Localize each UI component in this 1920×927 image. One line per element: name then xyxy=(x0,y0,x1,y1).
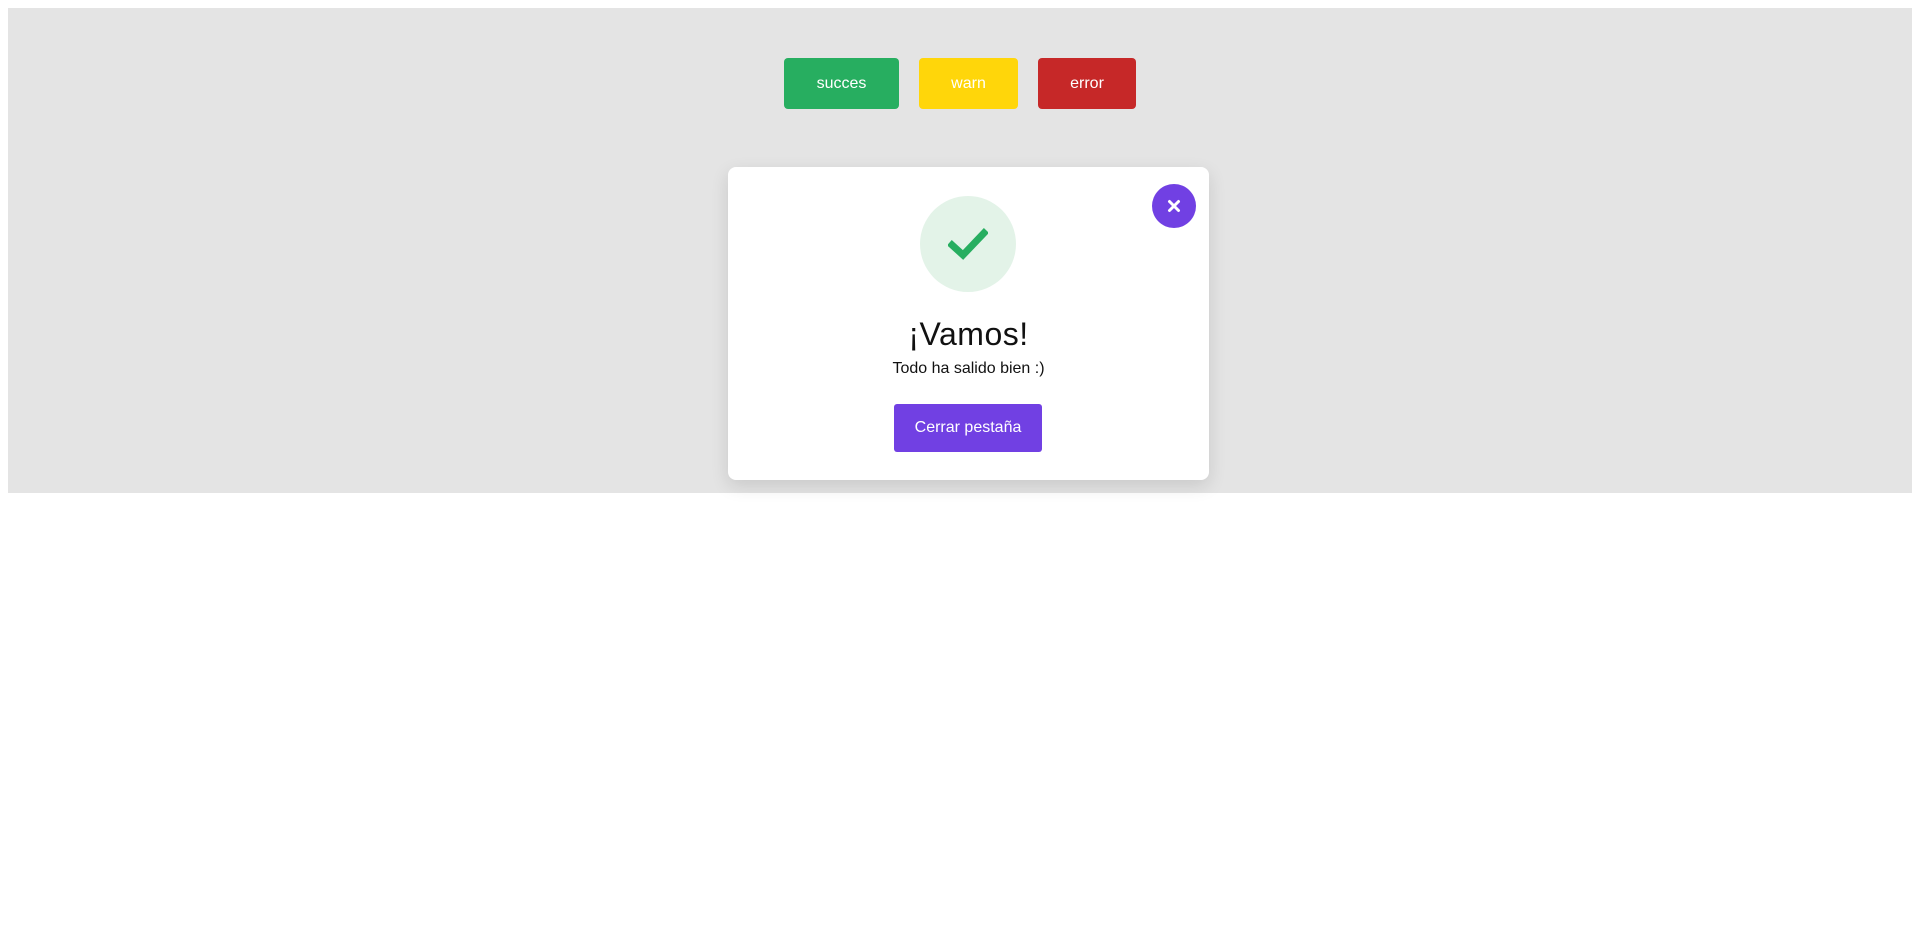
demo-area: succes warn error ¡Vamos! Todo ha salido… xyxy=(8,8,1912,493)
modal-close-button[interactable] xyxy=(1152,184,1196,228)
modal-title: ¡Vamos! xyxy=(908,316,1029,352)
modal-message: Todo ha salido bien :) xyxy=(892,360,1045,377)
success-modal: ¡Vamos! Todo ha salido bien :) Cerrar pe… xyxy=(728,167,1209,480)
status-icon-circle xyxy=(920,196,1016,292)
close-icon xyxy=(1168,200,1180,212)
check-icon xyxy=(948,228,988,260)
error-button[interactable]: error xyxy=(1038,58,1136,109)
close-tab-button[interactable]: Cerrar pestaña xyxy=(894,404,1042,452)
warn-button[interactable]: warn xyxy=(919,58,1018,109)
success-button[interactable]: succes xyxy=(784,58,899,109)
alert-trigger-buttons: succes warn error xyxy=(8,58,1912,109)
